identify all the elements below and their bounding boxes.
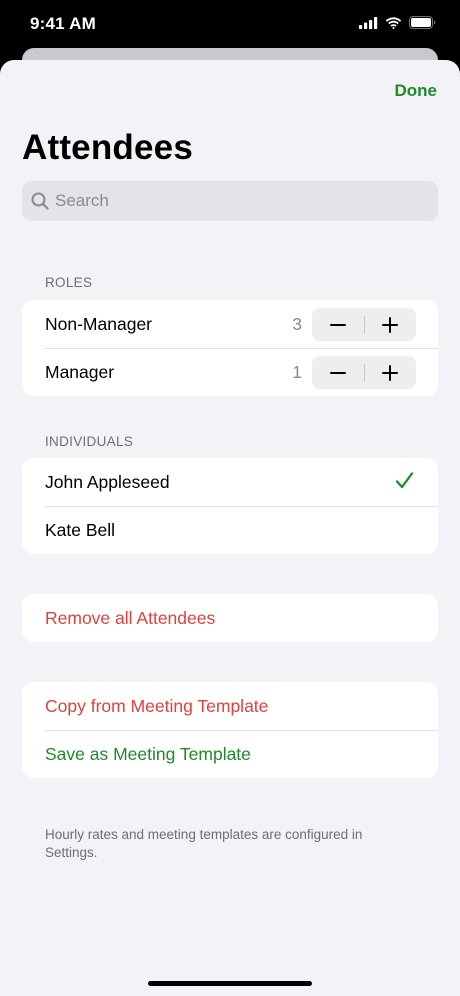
footer-note: Hourly rates and meeting templates are c… <box>45 827 363 860</box>
role-count: 3 <box>292 313 302 334</box>
plus-icon <box>382 364 399 381</box>
home-indicator[interactable] <box>148 981 312 986</box>
battery-icon <box>409 16 436 29</box>
checkmark-icon <box>395 472 414 489</box>
cellular-signal-icon <box>359 16 378 29</box>
minus-icon <box>329 323 346 326</box>
individual-row-kate-bell[interactable]: Kate Bell <box>22 506 438 554</box>
increment-button[interactable] <box>364 308 416 341</box>
role-row-manager: Manager 1 <box>22 348 438 396</box>
status-time: 9:41 AM <box>30 14 96 33</box>
roles-section-header: ROLES <box>45 275 93 290</box>
wifi-icon <box>385 16 402 29</box>
search-bar[interactable] <box>22 181 438 221</box>
manager-stepper[interactable] <box>312 356 416 389</box>
status-bar: 9:41 AM <box>0 0 460 50</box>
individual-name: Kate Bell <box>45 519 116 540</box>
page-title: Attendees <box>22 128 194 167</box>
increment-button[interactable] <box>364 356 416 389</box>
role-row-non-manager: Non-Manager 3 <box>22 300 438 348</box>
remove-all-label: Remove all Attendees <box>45 607 216 628</box>
roles-group: Non-Manager 3 Manager 1 <box>22 300 438 396</box>
remove-group: Remove all Attendees <box>22 594 438 642</box>
status-icons <box>359 16 436 29</box>
individual-name: John Appleseed <box>45 471 170 492</box>
role-label: Manager <box>45 361 115 382</box>
copy-from-template-button[interactable]: Copy from Meeting Template <box>22 682 438 730</box>
remove-all-attendees-button[interactable]: Remove all Attendees <box>22 594 438 642</box>
save-template-label: Save as Meeting Template <box>45 743 251 764</box>
done-button[interactable]: Done <box>395 81 438 101</box>
template-group: Copy from Meeting Template Save as Meeti… <box>22 682 438 778</box>
individual-row-john-appleseed[interactable]: John Appleseed <box>22 458 438 506</box>
minus-icon <box>329 371 346 374</box>
attendees-sheet: Done Attendees ROLES Non-Manager 3 <box>0 60 460 996</box>
role-count: 1 <box>292 361 302 382</box>
search-input[interactable] <box>55 191 415 211</box>
non-manager-stepper[interactable] <box>312 308 416 341</box>
magnifying-glass-icon <box>31 192 49 210</box>
save-as-template-button[interactable]: Save as Meeting Template <box>22 730 438 778</box>
role-label: Non-Manager <box>45 313 152 334</box>
individuals-group: John Appleseed Kate Bell <box>22 458 438 554</box>
individuals-section-header: INDIVIDUALS <box>45 434 134 449</box>
decrement-button[interactable] <box>312 356 364 389</box>
copy-template-label: Copy from Meeting Template <box>45 695 269 716</box>
plus-icon <box>382 316 399 333</box>
decrement-button[interactable] <box>312 308 364 341</box>
